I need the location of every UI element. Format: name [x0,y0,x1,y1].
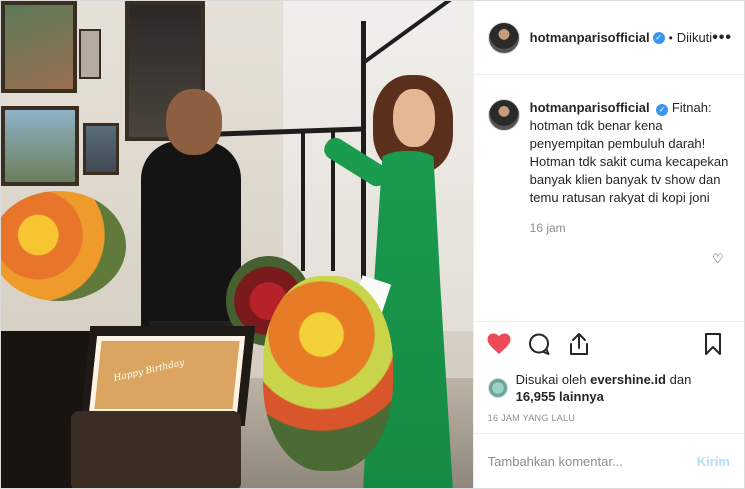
wall-picture [1,1,77,93]
verified-badge-icon: ✓ [656,104,669,116]
post-timestamp[interactable]: 16 JAM YANG LALU [474,409,744,433]
action-bar [473,321,744,365]
stair-rail [301,131,305,271]
separator-dot: • [668,30,673,45]
comment-input[interactable] [487,453,697,469]
caption-username-link[interactable]: hotmanparisofficial [530,100,650,115]
post-container: Happy Birthday hotmanparisofficial ✓ • D… [0,0,745,489]
wall-picture [1,106,79,186]
follow-status-button[interactable]: Diikuti [677,30,712,45]
liker-username-link[interactable]: evershine.id [590,372,666,387]
person-woman-face [393,89,435,147]
likes-count-link[interactable]: 16,955 [516,389,556,404]
wall-picture [83,123,119,175]
bookmark-icon[interactable] [700,331,726,357]
likes-middle: dan [669,372,692,387]
flower-bouquet [263,276,393,471]
add-comment-bar: Kirim [473,433,744,488]
avatar[interactable] [487,99,520,131]
heart-outline-icon[interactable]: ♡ [712,252,724,265]
likes-suffix[interactable]: lainnya [559,389,604,404]
wall-picture [79,29,101,79]
likes-row: Disukai oleh evershine.id dan 16,955 lai… [474,365,744,409]
post-sidebar: hotmanparisofficial ✓ • Diikuti ••• hotm… [472,1,744,488]
avatar[interactable] [487,378,508,398]
heart-filled-icon[interactable] [486,331,512,357]
more-options-icon[interactable]: ••• [712,29,732,47]
bag [71,411,241,488]
username-link[interactable]: hotmanparisofficial [530,30,650,45]
post-photo[interactable]: Happy Birthday [1,1,473,488]
likes-prefix: Disukai oleh [515,372,587,387]
verified-badge-icon: ✓ [652,31,665,44]
post-comment-button[interactable]: Kirim [697,454,730,469]
share-icon[interactable] [566,331,592,357]
caption-text: Fitnah: hotman tdk benar kena penyempita… [529,100,729,205]
post-header: hotmanparisofficial ✓ • Diikuti ••• [473,1,744,75]
caption: hotmanparisofficial ✓ Fitnah: hotman tdk… [530,99,730,207]
comments-section: hotmanparisofficial ✓ Fitnah: hotman tdk… [474,75,744,321]
avatar[interactable] [487,21,520,54]
person-man [141,141,241,341]
likes-text: Disukai oleh evershine.id dan 16,955 lai… [516,371,692,405]
person-man-head [166,89,222,155]
caption-time[interactable]: 16 jam [530,221,730,235]
comment-icon[interactable] [526,331,552,357]
caption-row: hotmanparisofficial ✓ Fitnah: hotman tdk… [487,99,730,207]
